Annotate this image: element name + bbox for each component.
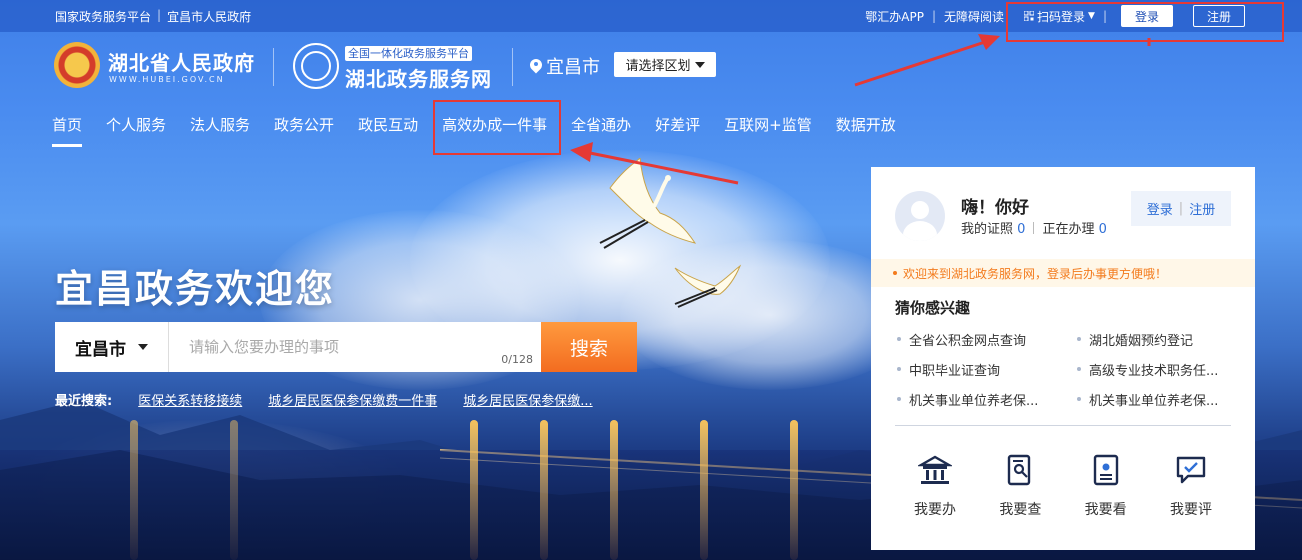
nav-item-personal[interactable]: 个人服务 bbox=[106, 114, 166, 143]
search-field: 0/128 bbox=[169, 322, 541, 372]
region-select[interactable]: 请选择区划 bbox=[614, 52, 716, 77]
separator bbox=[1033, 221, 1035, 234]
review-chat-icon bbox=[1176, 456, 1206, 484]
separator: | bbox=[931, 9, 936, 23]
recent-searches-label: 最近搜索: bbox=[55, 394, 113, 409]
light-reflection bbox=[540, 420, 548, 560]
light-reflection bbox=[130, 420, 138, 560]
nav-item-province-wide[interactable]: 全省通办 bbox=[571, 114, 631, 143]
panel-login-button[interactable]: 登录 bbox=[1147, 199, 1173, 218]
nav-item-open-data[interactable]: 数据开放 bbox=[836, 114, 896, 143]
separator: | bbox=[157, 8, 162, 22]
guess-item[interactable]: 机关事业单位养老保... bbox=[1075, 390, 1235, 409]
guess-item[interactable]: 机关事业单位养老保... bbox=[895, 390, 1075, 409]
nav-item-home[interactable]: 首页 bbox=[52, 114, 83, 147]
action-label: 我要看 bbox=[1084, 502, 1127, 518]
app-link[interactable]: 鄂汇办APP bbox=[865, 8, 924, 25]
crane-bird-icon bbox=[674, 264, 742, 308]
panel-auth-buttons: 登录 | 注册 bbox=[1131, 191, 1231, 226]
recent-search-link[interactable]: 城乡居民医保参保缴... bbox=[463, 390, 592, 409]
crane-bird-icon bbox=[599, 158, 697, 249]
accessibility-link[interactable]: 无障碍阅读 bbox=[944, 8, 1004, 25]
light-reflection bbox=[230, 420, 238, 560]
guess-item[interactable]: 湖北婚姻预约登记 bbox=[1075, 330, 1235, 349]
nav-item-interaction[interactable]: 政民互动 bbox=[358, 114, 418, 143]
top-left-links: 国家政务服务平台 | 宜昌市人民政府 bbox=[55, 8, 251, 25]
annotation-highlight-box bbox=[1006, 2, 1284, 42]
recent-search-link[interactable]: 城乡居民医保参保缴费一件事 bbox=[268, 390, 437, 409]
search-document-icon bbox=[1008, 454, 1031, 486]
service-site-name[interactable]: 湖北政务服务网 bbox=[345, 63, 492, 92]
view-document-icon bbox=[1093, 454, 1118, 486]
in-progress-link[interactable]: 正在办理 0 bbox=[1042, 218, 1106, 237]
guess-item[interactable]: 高级专业技术职务任... bbox=[1075, 360, 1235, 379]
gov-site-url: WWW.HUBEI.GOV.CN bbox=[109, 75, 225, 84]
divider bbox=[895, 425, 1231, 426]
search-input[interactable] bbox=[169, 322, 541, 372]
login-notice: 欢迎来到湖北政务服务网，登录后办事更方便哦！ bbox=[871, 259, 1255, 287]
service-platform-logo-icon bbox=[293, 43, 339, 89]
light-reflection bbox=[470, 420, 478, 560]
recent-search-link[interactable]: 医保关系转移接续 bbox=[138, 390, 242, 409]
action-query[interactable]: 我要查 bbox=[980, 453, 1060, 519]
separator: | bbox=[1178, 201, 1184, 216]
my-certs-link[interactable]: 我的证照 0 bbox=[961, 218, 1025, 237]
nav-item-review[interactable]: 好差评 bbox=[655, 114, 700, 143]
search-city-label: 宜昌市 bbox=[75, 339, 126, 360]
caret-down-icon bbox=[694, 61, 705, 68]
hero-title: 宜昌政务欢迎您 bbox=[55, 267, 336, 311]
progress-count: 0 bbox=[1098, 222, 1107, 237]
yichang-gov-link[interactable]: 宜昌市人民政府 bbox=[167, 8, 251, 25]
action-label: 我要办 bbox=[914, 502, 956, 518]
header-divider bbox=[512, 48, 513, 86]
my-certs-label: 我的证照 bbox=[961, 222, 1014, 237]
nav-item-affairs-open[interactable]: 政务公开 bbox=[274, 114, 334, 143]
recent-searches: 最近搜索: 医保关系转移接续 城乡居民医保参保缴费一件事 城乡居民医保参保缴..… bbox=[55, 390, 593, 409]
annotation-highlight-box bbox=[433, 100, 561, 155]
platform-tagline: 全国一体化政务服务平台 bbox=[345, 46, 472, 61]
user-panel: 嗨！你好 我的证照 0 正在办理 0 登录 | 注册 欢迎来到湖北政务服务网，登… bbox=[871, 167, 1255, 550]
light-reflection bbox=[790, 420, 798, 560]
search-button[interactable]: 搜索 bbox=[541, 322, 637, 372]
guess-title: 猜你感兴趣 bbox=[895, 299, 971, 317]
region-select-label: 请选择区划 bbox=[625, 59, 691, 74]
guess-list: 全省公积金网点查询 湖北婚姻预约登记 中职毕业证查询 高级专业技术职务任... … bbox=[895, 330, 1235, 409]
header-divider bbox=[273, 48, 274, 86]
location-pin-icon bbox=[530, 59, 542, 73]
nav-item-legal[interactable]: 法人服务 bbox=[190, 114, 250, 143]
light-reflection bbox=[610, 420, 618, 560]
certs-count: 0 bbox=[1017, 222, 1026, 237]
search-char-counter: 0/128 bbox=[501, 353, 533, 366]
panel-register-button[interactable]: 注册 bbox=[1189, 199, 1215, 218]
guess-item[interactable]: 全省公积金网点查询 bbox=[895, 330, 1075, 349]
gov-site-name[interactable]: 湖北省人民政府 bbox=[108, 47, 255, 76]
search-bar: 宜昌市 0/128 搜索 bbox=[55, 322, 637, 372]
action-label: 我要评 bbox=[1169, 502, 1212, 518]
government-building-icon bbox=[918, 455, 952, 484]
guess-item[interactable]: 中职毕业证查询 bbox=[895, 360, 1075, 379]
in-progress-label: 正在办理 bbox=[1042, 222, 1095, 237]
caret-down-icon bbox=[138, 344, 148, 350]
search-city-select[interactable]: 宜昌市 bbox=[55, 322, 169, 372]
action-label: 我要查 bbox=[999, 502, 1042, 518]
current-city-label: 宜昌市 bbox=[546, 57, 600, 78]
avatar bbox=[895, 191, 945, 241]
action-review[interactable]: 我要评 bbox=[1151, 453, 1231, 519]
light-reflection bbox=[700, 420, 708, 560]
greeting: 嗨！你好 bbox=[961, 198, 1029, 218]
current-city: 宜昌市 bbox=[530, 53, 600, 79]
national-platform-link[interactable]: 国家政务服务平台 bbox=[55, 8, 151, 25]
action-handle[interactable]: 我要办 bbox=[895, 453, 975, 519]
action-view[interactable]: 我要看 bbox=[1066, 453, 1146, 519]
user-stats: 我的证照 0 正在办理 0 bbox=[961, 218, 1107, 237]
quick-actions: 我要办 我要查 我要看 我要评 bbox=[895, 453, 1231, 519]
nav-item-supervision[interactable]: 互联网+监管 bbox=[724, 114, 812, 143]
national-emblem-icon bbox=[54, 42, 100, 88]
